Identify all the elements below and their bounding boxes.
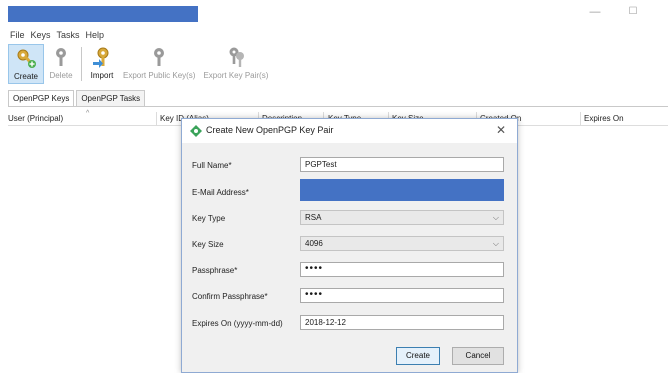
- maximize-button[interactable]: ☐: [626, 6, 640, 20]
- column-separator: [156, 112, 157, 126]
- tab-openpgp-tasks[interactable]: OpenPGP Tasks: [76, 90, 146, 106]
- import-button[interactable]: Import: [85, 44, 119, 84]
- expires-on-label: Expires On (yyyy-mm-dd): [192, 319, 283, 328]
- import-button-label: Import: [90, 71, 114, 80]
- create-button[interactable]: Create: [8, 44, 44, 84]
- create-button[interactable]: Create: [396, 347, 440, 365]
- key-delete-icon: [48, 46, 74, 68]
- email-label: E-Mail Address*: [192, 188, 249, 197]
- key-size-select[interactable]: 4096 ⌵: [300, 236, 504, 251]
- toolbar: Create Delete Import Export Public Key(s…: [8, 44, 272, 84]
- email-input-redacted[interactable]: [300, 179, 504, 201]
- dialog-title: Create New OpenPGP Key Pair: [206, 125, 334, 135]
- redacted-window-title: [8, 6, 198, 22]
- key-type-select[interactable]: RSA ⌵: [300, 210, 504, 225]
- key-size-value: 4096: [305, 239, 323, 248]
- sort-ascending-icon: ^: [86, 110, 90, 117]
- export-public-keys-label: Export Public Key(s): [123, 71, 196, 80]
- passphrase-label: Passphrase*: [192, 266, 238, 275]
- export-public-keys-button[interactable]: Export Public Key(s): [119, 44, 199, 84]
- chevron-down-icon: ⌵: [492, 239, 499, 248]
- export-key-pairs-label: Export Key Pair(s): [203, 71, 269, 80]
- key-size-label: Key Size: [192, 240, 224, 249]
- key-import-icon: [89, 46, 115, 68]
- tab-strip: OpenPGP Keys OpenPGP Tasks: [8, 90, 147, 106]
- expires-on-input[interactable]: 2018-12-12: [300, 315, 504, 330]
- delete-button[interactable]: Delete: [44, 44, 78, 84]
- full-name-label: Full Name*: [192, 161, 232, 170]
- menu-tasks[interactable]: Tasks: [57, 28, 80, 42]
- dialog-titlebar: Create New OpenPGP Key Pair ✕: [182, 119, 517, 143]
- tab-openpgp-keys[interactable]: OpenPGP Keys: [8, 90, 75, 106]
- column-expires-on[interactable]: Expires On: [584, 114, 624, 123]
- minimize-button[interactable]: —: [588, 6, 602, 20]
- chevron-down-icon: ⌵: [492, 213, 499, 222]
- cancel-button[interactable]: Cancel: [452, 347, 504, 365]
- menu-bar: File Keys Tasks Help: [0, 28, 668, 42]
- openpgp-diamond-icon: [190, 125, 202, 137]
- create-key-pair-dialog: Create New OpenPGP Key Pair ✕ Full Name*…: [181, 118, 518, 373]
- column-separator: [580, 112, 581, 126]
- window-titlebar: — ☐: [0, 0, 668, 28]
- full-name-input[interactable]: PGPTest: [300, 157, 504, 172]
- passphrase-input[interactable]: ••••: [300, 262, 504, 277]
- confirm-passphrase-label: Confirm Passphrase*: [192, 292, 268, 301]
- menu-file[interactable]: File: [10, 28, 25, 42]
- menu-keys[interactable]: Keys: [31, 28, 51, 42]
- key-type-label: Key Type: [192, 214, 226, 223]
- tab-divider: [8, 106, 668, 107]
- export-key-pairs-button[interactable]: Export Key Pair(s): [199, 44, 272, 84]
- close-icon[interactable]: ✕: [496, 123, 506, 137]
- create-button-label: Create: [13, 72, 38, 81]
- key-export-icon: [146, 46, 172, 68]
- key-add-icon: [13, 47, 39, 69]
- column-user-principal[interactable]: User (Principal): [8, 114, 63, 123]
- key-pair-export-icon: [223, 46, 249, 68]
- menu-help[interactable]: Help: [86, 28, 105, 42]
- confirm-passphrase-input[interactable]: ••••: [300, 288, 504, 303]
- delete-button-label: Delete: [49, 71, 73, 80]
- key-type-value: RSA: [305, 213, 322, 222]
- toolbar-separator: [81, 47, 82, 81]
